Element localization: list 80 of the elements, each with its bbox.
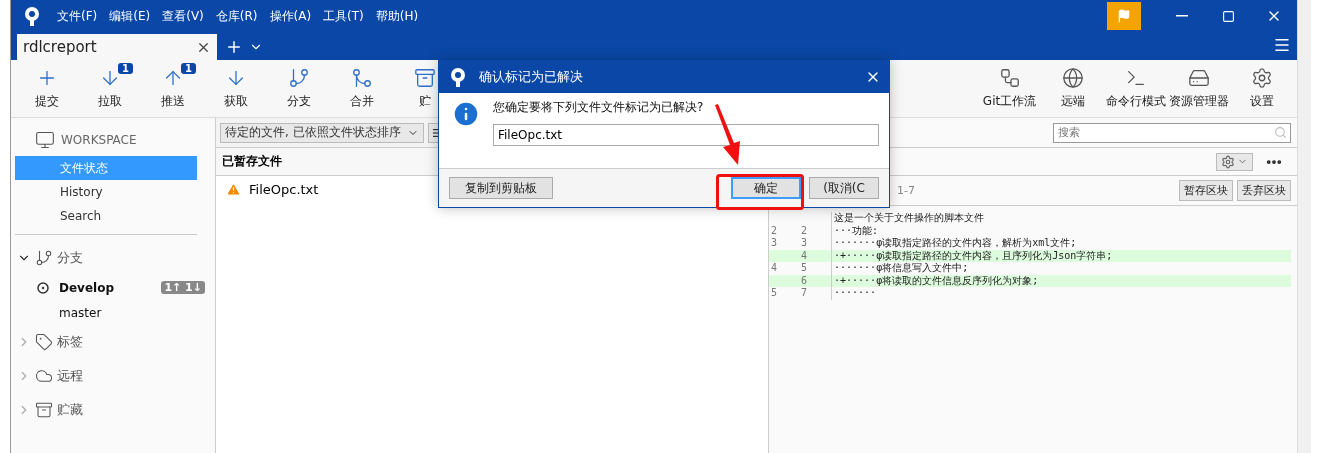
menu-item[interactable]: 查看(V) [162, 7, 204, 25]
menu-item[interactable]: 仓库(R) [215, 7, 258, 25]
menu-item[interactable]: 工具(T) [323, 7, 364, 25]
toolbar-button[interactable]: 分支 [267, 67, 330, 110]
menu-item[interactable]: 操作(A) [269, 7, 312, 25]
file-item[interactable]: FileOpc.txt [249, 181, 319, 197]
box-icon [413, 67, 436, 89]
count-badge: 1 [118, 63, 133, 74]
menu-item[interactable]: 编辑(E) [109, 7, 151, 25]
search-field[interactable]: 搜索 [1053, 122, 1291, 143]
line-number: 4 [800, 249, 809, 262]
code-line: ·······φ读取指定路径的文件内容，解析为xml文件; [831, 237, 1291, 250]
line-number: 2 [800, 224, 809, 237]
sidebar-item[interactable]: Search [15, 204, 197, 228]
toolbar-button[interactable]: 命令行模式 [1104, 67, 1167, 110]
sidebar-group[interactable]: 标签 [57, 333, 83, 351]
dialog-button[interactable]: (取消(C [809, 177, 879, 199]
line-number: 5 [800, 262, 809, 275]
sidebar-group[interactable]: 贮藏 [57, 401, 83, 419]
code-line: ·······φ将信息写入文件中; [831, 262, 1291, 275]
toolbar-button[interactable]: 远端 [1041, 67, 1104, 110]
settings-icon [1250, 67, 1273, 89]
dialog-button[interactable]: 确定 [731, 177, 801, 199]
add-tab-icon[interactable] [225, 38, 243, 56]
line-number: 4 [770, 262, 779, 275]
line-number: 2 [770, 224, 779, 237]
minimize-icon [1176, 15, 1188, 17]
line-number: 3 [770, 237, 779, 250]
ahead-behind-badge: 1↑ 1↓ [161, 281, 205, 294]
hunk-button[interactable]: 暂存区块 [1179, 180, 1233, 201]
toolbar-button[interactable]: 设置 [1230, 67, 1293, 110]
settings-button[interactable] [1216, 152, 1253, 171]
hunk-header: 1-7 [897, 184, 915, 197]
file-field[interactable]: FileOpc.txt [493, 124, 879, 146]
branch-item[interactable]: Develop [59, 280, 114, 295]
dialog-message: 您确定要将下列文件文件标记为已解决? [493, 99, 705, 116]
code-line: ·+·····φ读取指定路径的文件内容，且序列化为Json字符串; [831, 249, 1291, 262]
dialog-title: 确认标记为已解决 [479, 68, 583, 86]
menu-item[interactable]: 帮助(H) [375, 7, 419, 25]
info-icon [451, 99, 481, 129]
globe-icon [1061, 67, 1084, 89]
gear-icon [1221, 154, 1235, 169]
branch-item[interactable]: master [59, 305, 102, 320]
monitor-icon [35, 130, 55, 150]
repo-tab[interactable]: rdlcreport [17, 34, 217, 60]
branch-icon [35, 249, 53, 267]
line-number: 6 [800, 274, 809, 287]
hunk-button[interactable]: 丢弃区块 [1237, 180, 1291, 201]
maximize-icon [1221, 9, 1235, 23]
flag-icon [1117, 9, 1131, 23]
line-number: 7 [800, 287, 809, 300]
drive-icon [1187, 67, 1210, 89]
filter-dropdown[interactable]: 待定的文件, 已依照文件状态排序 [220, 122, 424, 143]
merge-icon [350, 67, 373, 89]
toolbar-button[interactable]: Git工作流 [978, 67, 1041, 110]
menu-item[interactable]: 文件(F) [57, 7, 98, 25]
code-line: 这是一个关于文件操作的脚本文件 [831, 212, 1291, 225]
code-line: ······· [831, 287, 1291, 300]
sidebar-group[interactable]: 远程 [57, 367, 83, 385]
sidebar-group[interactable]: 分支 [57, 249, 83, 267]
toolbar-button[interactable]: 提交 [15, 67, 78, 110]
search-icon [1274, 125, 1287, 139]
menu-icon[interactable] [1273, 36, 1291, 54]
toolbar-button[interactable]: 资源管理器 [1167, 67, 1230, 110]
code-line: ···功能: [831, 224, 1291, 237]
count-badge: 1 [181, 63, 196, 74]
toolbar-button[interactable]: 获取 [204, 67, 267, 110]
cloud-icon [35, 367, 53, 385]
workspace-heading: WORKSPACE [61, 133, 137, 147]
sidebar-item[interactable]: History [15, 180, 197, 204]
toolbar-button[interactable]: 合并 [330, 67, 393, 110]
tag-icon [35, 333, 53, 351]
box-icon [35, 401, 53, 419]
branch-icon [287, 67, 310, 89]
line-number: 3 [800, 237, 809, 250]
dialog-button[interactable]: 复制到剪贴板 [449, 177, 553, 199]
code-line: ·+·····φ将读取的文件信息反序列化为对象; [831, 274, 1291, 287]
flow-icon [998, 67, 1021, 89]
toolbar-button[interactable]: 贮 [393, 67, 456, 110]
line-number: 5 [770, 287, 779, 300]
